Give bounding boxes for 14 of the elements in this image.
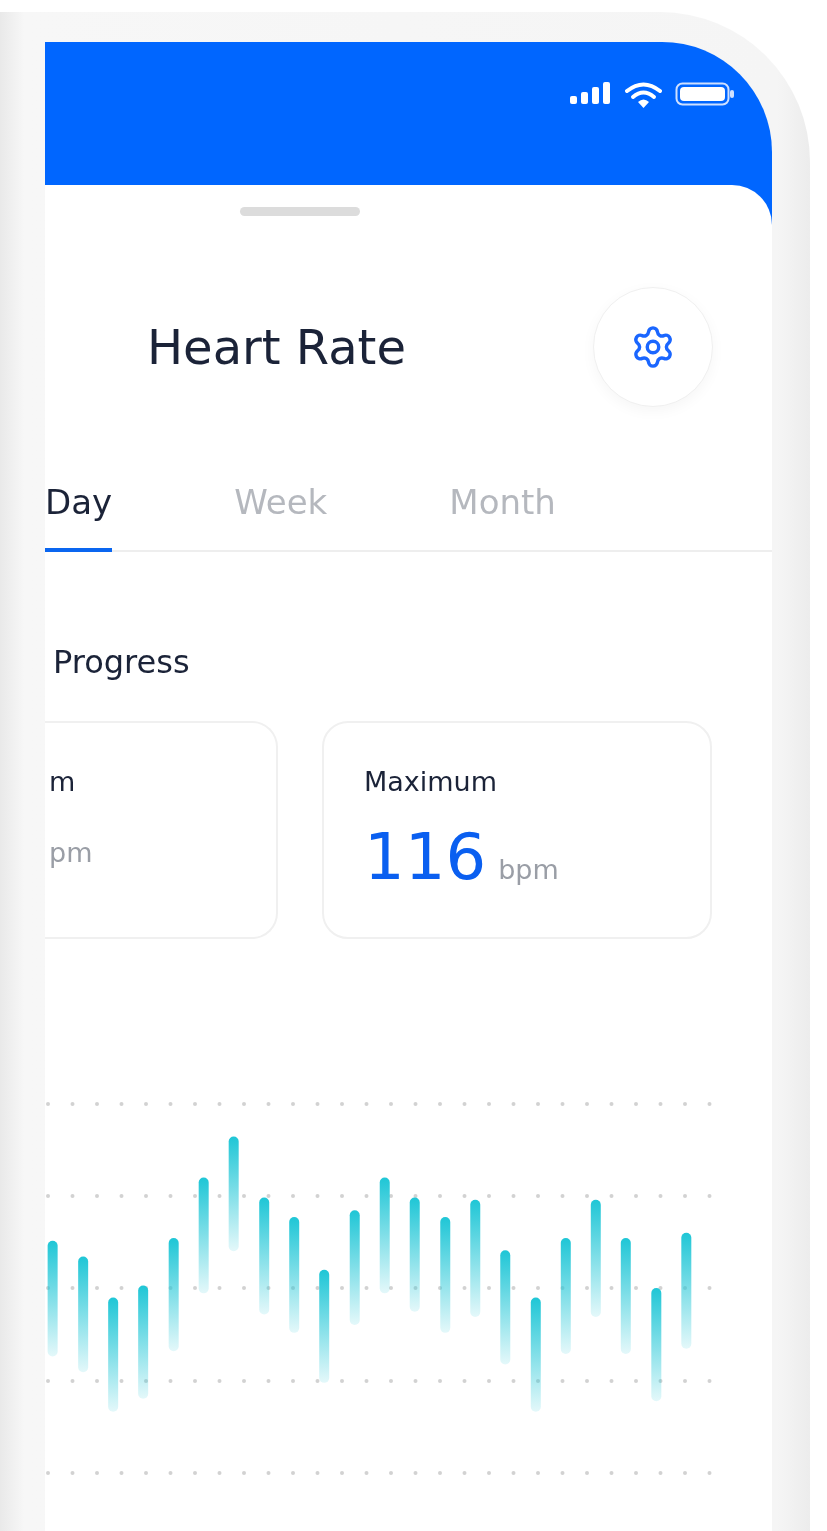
period-tab[interactable]: Day (45, 481, 113, 552)
battery-icon (675, 82, 735, 106)
stat-unit: pm (49, 837, 94, 868)
wifi-icon (625, 82, 662, 108)
stat-value: 116 (364, 819, 487, 895)
stat-label: Maximum (364, 765, 499, 799)
period-tab[interactable]: Week (234, 481, 328, 552)
period-tab[interactable]: Month (449, 481, 556, 552)
stat-unit: bpm (498, 854, 559, 885)
drag-handle[interactable] (240, 207, 360, 216)
signal-icon (570, 82, 612, 104)
stat-label: m (49, 765, 77, 799)
section-title: Progress (53, 642, 191, 683)
page-title: Heart Rate (147, 319, 406, 375)
